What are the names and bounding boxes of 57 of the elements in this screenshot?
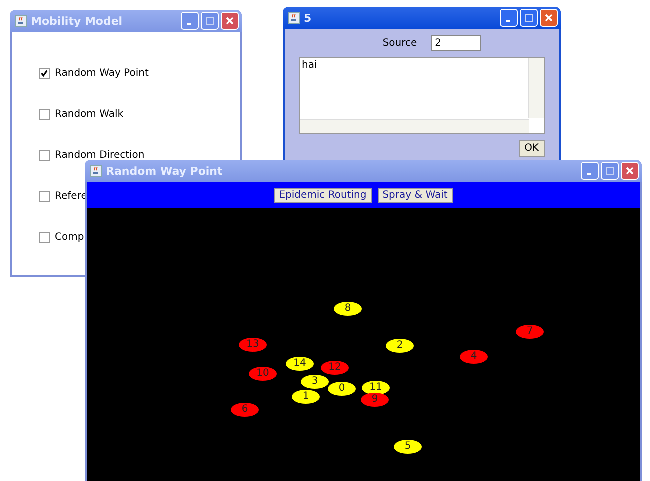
node: 1 bbox=[292, 390, 320, 404]
scrollbar[interactable] bbox=[300, 119, 529, 133]
minimize-icon bbox=[587, 173, 592, 175]
minimize-icon bbox=[506, 20, 511, 22]
cup-icon bbox=[15, 15, 27, 27]
node: 3 bbox=[301, 375, 329, 389]
checkbox[interactable] bbox=[39, 150, 50, 160]
field-label: Source bbox=[382, 38, 418, 48]
maximize-icon bbox=[605, 166, 615, 176]
node: 10 bbox=[249, 367, 277, 381]
node: 4 bbox=[460, 350, 488, 364]
node: 2 bbox=[386, 339, 414, 353]
checkbox-label: Comp bbox=[55, 232, 84, 242]
maximize-icon bbox=[524, 13, 534, 23]
minimize-icon bbox=[187, 23, 192, 25]
minimize-button[interactable] bbox=[500, 9, 518, 27]
text-area[interactable]: hai bbox=[299, 57, 545, 134]
scrollbar[interactable] bbox=[528, 58, 544, 118]
minimize-button[interactable] bbox=[581, 162, 599, 180]
minimize-button[interactable] bbox=[181, 12, 199, 30]
node: 6 bbox=[231, 403, 259, 417]
window-title: 5 bbox=[304, 12, 313, 24]
close-button[interactable] bbox=[540, 9, 558, 27]
window-title: Random Way Point bbox=[106, 164, 224, 178]
window-title: Mobility Model bbox=[31, 14, 124, 28]
cup-icon bbox=[288, 12, 300, 24]
node: 11 bbox=[362, 381, 390, 395]
maximize-button[interactable] bbox=[601, 162, 619, 180]
ok-button[interactable]: OK bbox=[518, 140, 545, 157]
node: 8 bbox=[334, 302, 362, 316]
close-icon bbox=[225, 16, 235, 26]
close-button[interactable] bbox=[221, 12, 239, 30]
node: 0 bbox=[328, 382, 356, 396]
node: 5 bbox=[394, 440, 422, 454]
checkbox-label: Random Walk bbox=[55, 108, 124, 120]
close-icon bbox=[625, 166, 635, 176]
maximize-button[interactable] bbox=[520, 9, 538, 27]
maximize-icon bbox=[205, 16, 215, 26]
node: 12 bbox=[321, 361, 349, 375]
checkbox[interactable] bbox=[39, 232, 50, 242]
checkbox[interactable] bbox=[39, 190, 50, 202]
node: 14 bbox=[286, 357, 314, 371]
text-area-content: hai bbox=[302, 60, 318, 71]
node: 7 bbox=[516, 325, 544, 339]
checkbox-label: Random Way Point bbox=[55, 68, 149, 78]
checkbox[interactable] bbox=[39, 108, 50, 120]
close-icon bbox=[544, 13, 554, 23]
maximize-button[interactable] bbox=[201, 12, 219, 30]
routing-button[interactable]: Epidemic Routing bbox=[274, 188, 372, 202]
checkbox-label: Random Direction bbox=[55, 150, 145, 160]
close-button[interactable] bbox=[621, 162, 639, 180]
node: 13 bbox=[239, 338, 267, 352]
routing-button[interactable]: Spray & Wait bbox=[378, 188, 453, 202]
node: 9 bbox=[361, 393, 389, 407]
checkbox[interactable] bbox=[39, 68, 50, 78]
cup-icon bbox=[90, 165, 102, 177]
source-field[interactable]: 2 bbox=[431, 35, 482, 51]
